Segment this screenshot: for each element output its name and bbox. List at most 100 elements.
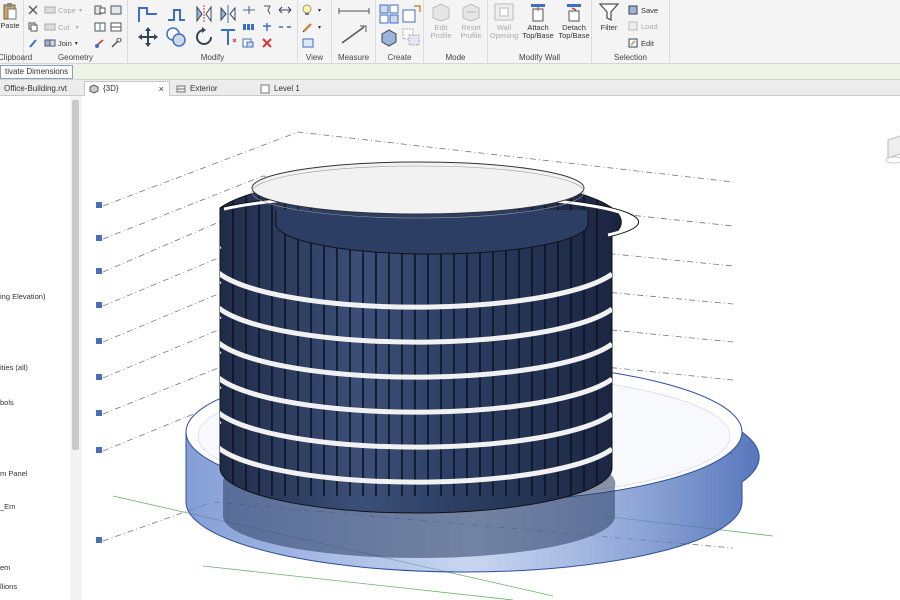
scale-tool[interactable] [242, 36, 256, 50]
split-gap-icon [279, 26, 291, 28]
override-dropdown[interactable]: ▾ [318, 20, 321, 34]
tab-exterior[interactable]: Exterior [172, 81, 222, 96]
geometry-tool-b[interactable] [94, 20, 106, 34]
override-tool[interactable] [302, 20, 314, 34]
measure-tool[interactable] [336, 4, 372, 18]
geometry-tool-f[interactable] [110, 36, 122, 50]
tab-3d-view[interactable]: {3D} × [84, 81, 170, 96]
activate-dimensions-button[interactable]: tivate Dimensions [0, 65, 74, 79]
create-group-tool[interactable] [378, 26, 400, 48]
viewcube[interactable] [878, 126, 900, 166]
aligned-dimension-icon [341, 25, 367, 44]
pencil-icon [302, 23, 312, 33]
offset-tool[interactable] [164, 3, 188, 25]
match-properties-tool[interactable] [28, 36, 38, 50]
edit-selection-button[interactable]: Edit [628, 36, 654, 50]
tab-project-label: Office-Building.rvt [4, 83, 67, 93]
filter-button[interactable]: Filter [594, 2, 624, 48]
browser-item[interactable]: m Panel [0, 469, 28, 478]
detach-label: Detach Top/Base [558, 23, 590, 40]
delete-tool[interactable] [260, 36, 274, 50]
cope-tool[interactable]: Cope ▾ [44, 3, 82, 17]
attach-top-base-button[interactable]: Attach Top/Base [520, 2, 556, 48]
scale-icon [242, 38, 254, 48]
wall-join-icon [94, 5, 106, 15]
linework-icon [302, 38, 314, 48]
geometry-tool-c[interactable] [94, 36, 106, 50]
3d-cube-icon [89, 84, 99, 94]
attach-label: Attach Top/Base [522, 23, 554, 40]
save-icon [628, 5, 638, 15]
wall-icon [110, 22, 122, 32]
linework-tool[interactable] [302, 36, 314, 50]
pin-tool[interactable] [260, 20, 274, 34]
selection-group: Filter Save Load Edit Selection [592, 0, 670, 64]
building-model[interactable] [83, 96, 900, 600]
modify-tool-extra-a[interactable] [278, 3, 292, 17]
browser-item[interactable]: bols [0, 398, 14, 407]
level-markers [96, 202, 102, 543]
tab-project-file[interactable]: Office-Building.rvt [0, 81, 71, 96]
create-assembly-tool[interactable] [378, 3, 400, 25]
mirror-pick-icon [196, 5, 212, 23]
scissors-icon [28, 5, 38, 15]
browser-item[interactable]: ing Elevation) [0, 292, 45, 301]
tab-level-1[interactable]: Level 1 [256, 81, 304, 96]
hide-tool[interactable] [302, 3, 312, 17]
copy-tool[interactable] [28, 20, 38, 34]
reset-profile-icon [462, 3, 480, 22]
paste-button[interactable]: Paste [0, 2, 24, 48]
offset-icon [168, 9, 185, 21]
cut-geometry-icon [44, 23, 56, 31]
unpin-tool[interactable] [260, 3, 274, 17]
create-similar-tool[interactable] [400, 26, 422, 48]
cut-x-tool[interactable] [28, 3, 38, 17]
modify-group: Modify [128, 0, 298, 64]
wall-opening-icon [494, 3, 514, 21]
geometry-group: Cope ▾ Cut ▾ Join ▾ Geometry [24, 0, 128, 64]
geometry-tool-d[interactable] [110, 3, 122, 17]
array-icon [243, 24, 254, 30]
browser-item[interactable]: em [0, 563, 10, 572]
reset-profile-button[interactable]: Reset Profile [456, 2, 486, 48]
mode-group: Edit Profile Reset Profile Mode [424, 0, 488, 64]
trim-tool[interactable] [218, 26, 238, 48]
hide-dropdown[interactable]: ▾ [318, 3, 321, 17]
lightbulb-icon [302, 4, 312, 15]
move-tool[interactable] [136, 26, 160, 48]
load-selection-button[interactable]: Load [628, 19, 658, 33]
rotate-tool[interactable] [192, 26, 216, 48]
mirror-pick-tool[interactable] [192, 3, 216, 25]
wall-opening-button[interactable]: Wall Opening [488, 2, 520, 48]
modify-label: Modify [200, 53, 225, 62]
cut-geometry-tool[interactable]: Cut ▾ [44, 20, 79, 34]
close-icon[interactable]: × [159, 82, 164, 96]
geometry-tool-e[interactable] [110, 20, 122, 34]
align-tool[interactable] [136, 3, 160, 25]
viewcube-icon [885, 135, 900, 164]
measure-icon [338, 8, 370, 14]
modify-tool-extra-b[interactable] [278, 20, 292, 34]
3d-viewport[interactable] [83, 96, 900, 600]
array-tool[interactable] [242, 20, 256, 34]
join-tool[interactable]: Join ▾ [44, 36, 78, 50]
browser-item[interactable]: ities (all) [0, 363, 28, 372]
copy-move-tool[interactable] [164, 26, 188, 48]
geometry-tool-a[interactable] [94, 3, 106, 17]
mirror-draw-tool[interactable] [218, 3, 238, 25]
save-label: Save [641, 5, 659, 15]
browser-scroll-thumb[interactable] [72, 100, 79, 450]
detach-top-base-button[interactable]: Detach Top/Base [556, 2, 592, 48]
edit-profile-button[interactable]: Edit Profile [426, 2, 456, 48]
dimension-tool[interactable] [336, 24, 372, 46]
browser-item[interactable]: llions [0, 582, 17, 591]
save-selection-button[interactable]: Save [628, 3, 658, 17]
split-tool[interactable] [242, 3, 256, 17]
resize-arrows-icon [278, 6, 292, 14]
elevation-view-icon [176, 85, 186, 92]
browser-item[interactable]: _Em [0, 502, 15, 511]
options-bar: tivate Dimensions [0, 64, 900, 80]
delete-icon [262, 38, 272, 48]
view-group: ▾ ▾ View [298, 0, 332, 64]
create-parts-tool[interactable] [400, 3, 422, 25]
